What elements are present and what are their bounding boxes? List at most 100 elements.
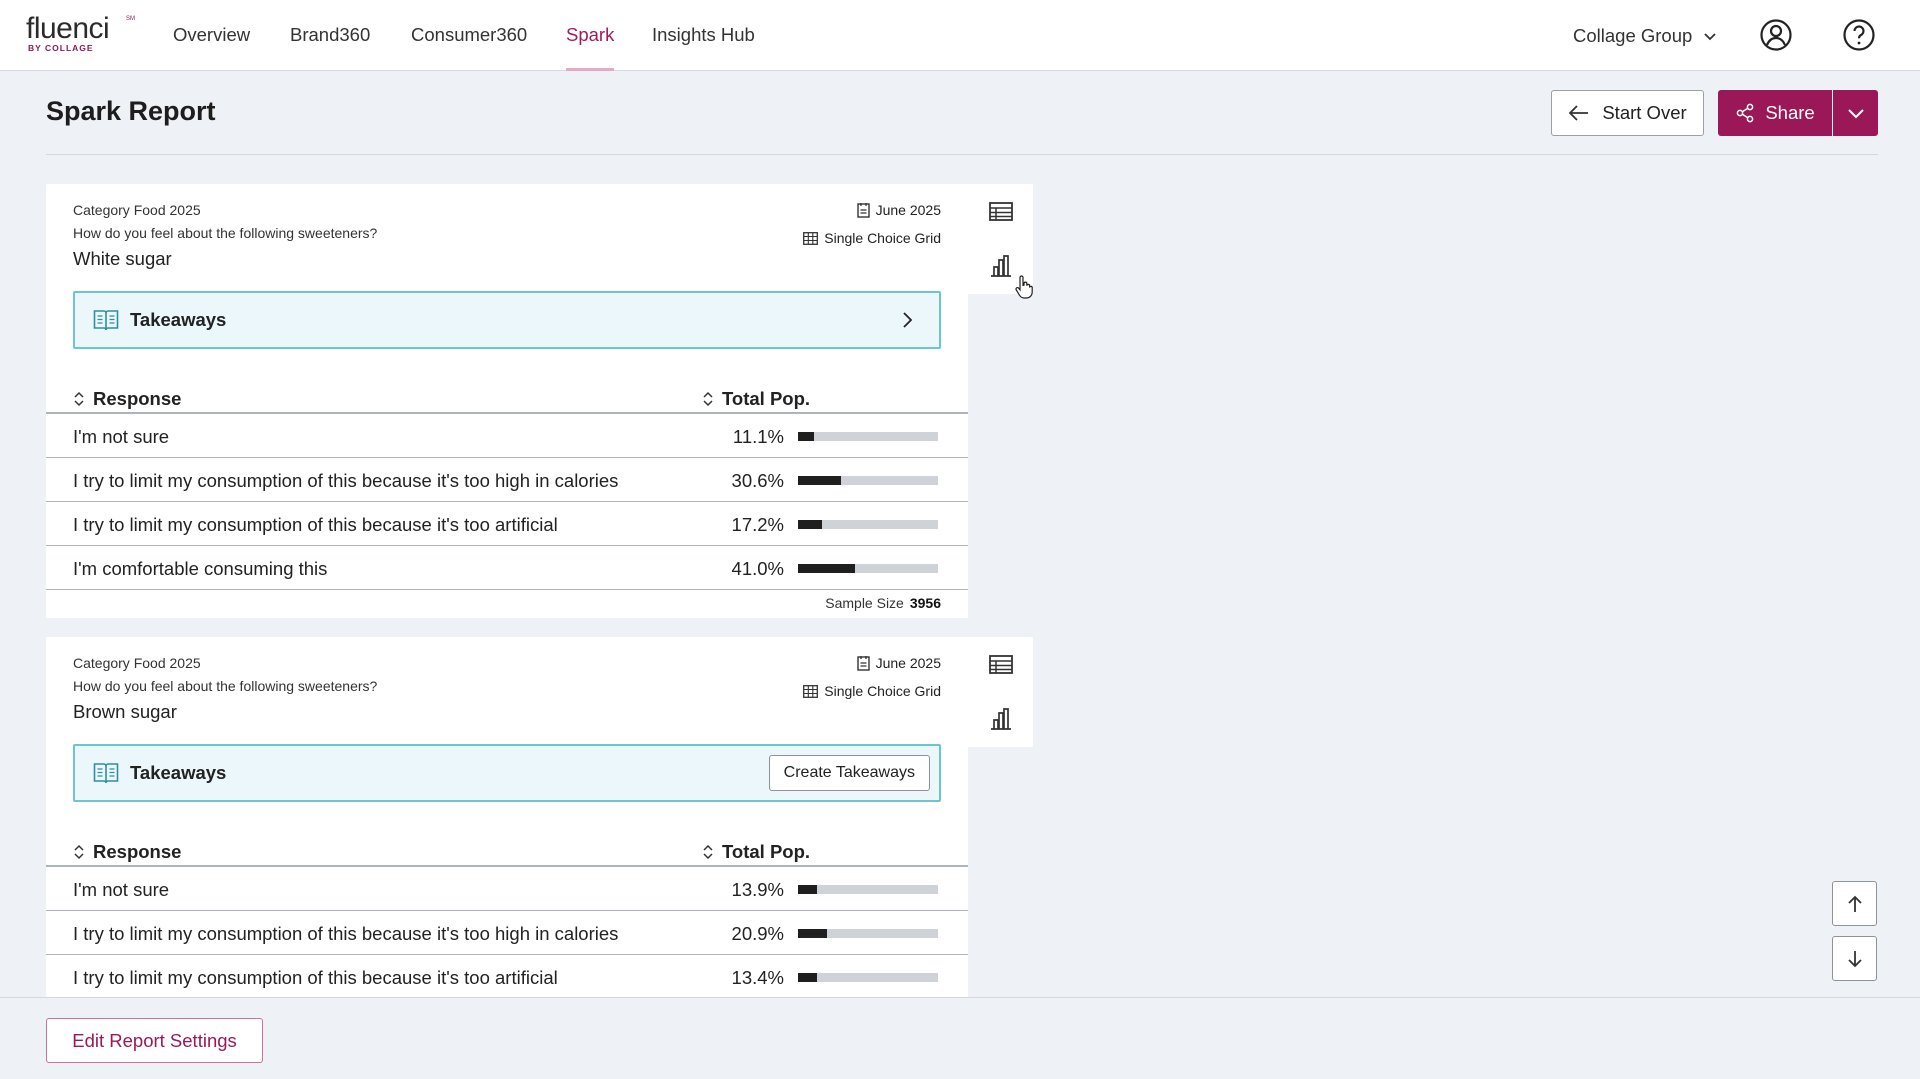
- nav-tab-consumer360[interactable]: Consumer360: [411, 0, 527, 71]
- takeaways-panel[interactable]: Takeaways: [73, 291, 941, 349]
- bar-chart-icon[interactable]: [987, 252, 1015, 280]
- card-question: How do you feel about the following swee…: [73, 225, 378, 241]
- row-percent: 41.0%: [731, 558, 784, 579]
- progress-bar-fill: [798, 476, 841, 485]
- card-type: Single Choice Grid: [803, 230, 941, 246]
- row-percent: 11.1%: [732, 426, 784, 447]
- arrow-down-icon: [1847, 950, 1862, 967]
- card-date-label: June 2025: [875, 655, 941, 671]
- edit-report-settings-button[interactable]: Edit Report Settings: [46, 1018, 263, 1063]
- arrow-up-icon: [1847, 895, 1862, 912]
- sample-size-value: 3956: [909, 595, 941, 611]
- progress-bar: [798, 476, 938, 485]
- hand-cursor-icon: [1015, 275, 1033, 299]
- table-view-icon[interactable]: [987, 651, 1015, 679]
- column-header-response[interactable]: Response: [73, 841, 181, 863]
- card-category: Category Food 2025: [73, 655, 201, 671]
- create-takeaways-button[interactable]: Create Takeaways: [768, 755, 930, 791]
- card-view-toggle: [968, 637, 1033, 747]
- book-icon: [93, 763, 119, 784]
- table-row: I try to limit my consumption of this be…: [46, 458, 968, 502]
- calendar-icon: [856, 203, 870, 218]
- card-date: June 2025: [856, 202, 941, 218]
- grid-icon: [803, 684, 819, 698]
- column-header-total-pop[interactable]: Total Pop.: [702, 841, 810, 863]
- page-title: Spark Report: [46, 96, 216, 126]
- table-row: I'm comfortable consuming this 41.0%: [46, 546, 968, 590]
- row-response: I'm comfortable consuming this: [73, 558, 328, 579]
- progress-bar: [798, 432, 938, 441]
- column-header-total-pop[interactable]: Total Pop.: [702, 388, 810, 410]
- chevron-right-icon[interactable]: [897, 310, 917, 330]
- share-dropdown-button[interactable]: [1833, 90, 1878, 136]
- progress-bar-fill: [798, 885, 818, 894]
- progress-bar-fill: [798, 973, 817, 982]
- share-button[interactable]: Share: [1718, 90, 1832, 136]
- card-item: Brown sugar: [73, 701, 177, 722]
- table-view-icon[interactable]: [987, 198, 1015, 226]
- progress-bar-fill: [798, 564, 856, 573]
- sort-icon: [74, 391, 84, 407]
- fluenci-logo[interactable]: fluenci SM BY COLLAGE: [26, 14, 136, 56]
- row-response: I try to limit my consumption of this be…: [73, 470, 619, 491]
- nav-tab-insights-hub[interactable]: Insights Hub: [652, 0, 755, 71]
- progress-bar: [798, 973, 938, 982]
- start-over-label: Start Over: [1602, 102, 1687, 123]
- org-label: Collage Group: [1573, 24, 1693, 46]
- sort-icon: [703, 391, 713, 407]
- progress-bar-fill: [798, 520, 823, 529]
- card-question: How do you feel about the following swee…: [73, 678, 378, 694]
- chevron-down-icon: [1704, 32, 1716, 40]
- bar-chart-icon[interactable]: [987, 705, 1015, 733]
- help-icon[interactable]: [1842, 18, 1876, 52]
- org-switcher[interactable]: Collage Group: [1573, 0, 1718, 71]
- arrow-left-icon: [1569, 105, 1589, 121]
- takeaways-label: Takeaways: [130, 309, 227, 330]
- card-date-label: June 2025: [875, 202, 941, 218]
- column-header-response[interactable]: Response: [73, 388, 181, 410]
- row-percent: 30.6%: [731, 470, 784, 491]
- progress-bar: [798, 885, 938, 894]
- start-over-button[interactable]: Start Over: [1551, 90, 1704, 136]
- sort-icon: [703, 844, 713, 860]
- progress-bar: [798, 929, 938, 938]
- column-response-label: Response: [93, 388, 182, 409]
- calendar-icon: [856, 656, 870, 671]
- column-total-pop-label: Total Pop.: [722, 841, 811, 862]
- card-type-label: Single Choice Grid: [824, 230, 941, 246]
- nav-tab-brand360[interactable]: Brand360: [290, 0, 370, 71]
- grid-icon: [803, 231, 819, 245]
- card-item: White sugar: [73, 248, 172, 269]
- table-row: I try to limit my consumption of this be…: [46, 955, 968, 999]
- scroll-down-button[interactable]: [1832, 936, 1877, 981]
- chevron-down-icon: [1847, 109, 1864, 119]
- sample-size: Sample Size 3956: [825, 595, 941, 611]
- row-percent: 20.9%: [731, 923, 784, 944]
- table-row: I'm not sure 13.9%: [46, 867, 968, 911]
- column-response-label: Response: [93, 841, 182, 862]
- column-total-pop-label: Total Pop.: [722, 388, 811, 409]
- nav-tab-spark[interactable]: Spark: [566, 0, 615, 71]
- nav-tab-overview[interactable]: Overview: [173, 0, 250, 71]
- share-icon: [1736, 103, 1754, 123]
- footer-bar: Edit Report Settings: [0, 997, 1920, 1079]
- scroll-up-button[interactable]: [1832, 881, 1877, 926]
- card-type: Single Choice Grid: [803, 683, 941, 699]
- row-response: I'm not sure: [73, 879, 170, 900]
- user-account-icon[interactable]: [1759, 18, 1793, 52]
- progress-bar-fill: [798, 929, 828, 938]
- sort-icon: [74, 844, 84, 860]
- table-row: I try to limit my consumption of this be…: [46, 911, 968, 955]
- top-nav: fluenci SM BY COLLAGE Overview Brand360 …: [0, 0, 1920, 71]
- header-divider: [46, 154, 1878, 155]
- table-row: I try to limit my consumption of this be…: [46, 502, 968, 546]
- row-response: I try to limit my consumption of this be…: [73, 923, 619, 944]
- logo-sm-mark: SM: [126, 16, 135, 22]
- card-category: Category Food 2025: [73, 202, 201, 218]
- question-card-white-sugar: Category Food 2025 How do you feel about…: [46, 184, 968, 618]
- progress-bar-fill: [798, 432, 814, 441]
- row-response: I try to limit my consumption of this be…: [73, 967, 558, 988]
- row-percent: 13.9%: [731, 879, 784, 900]
- card-date: June 2025: [856, 655, 941, 671]
- row-percent: 17.2%: [731, 514, 784, 535]
